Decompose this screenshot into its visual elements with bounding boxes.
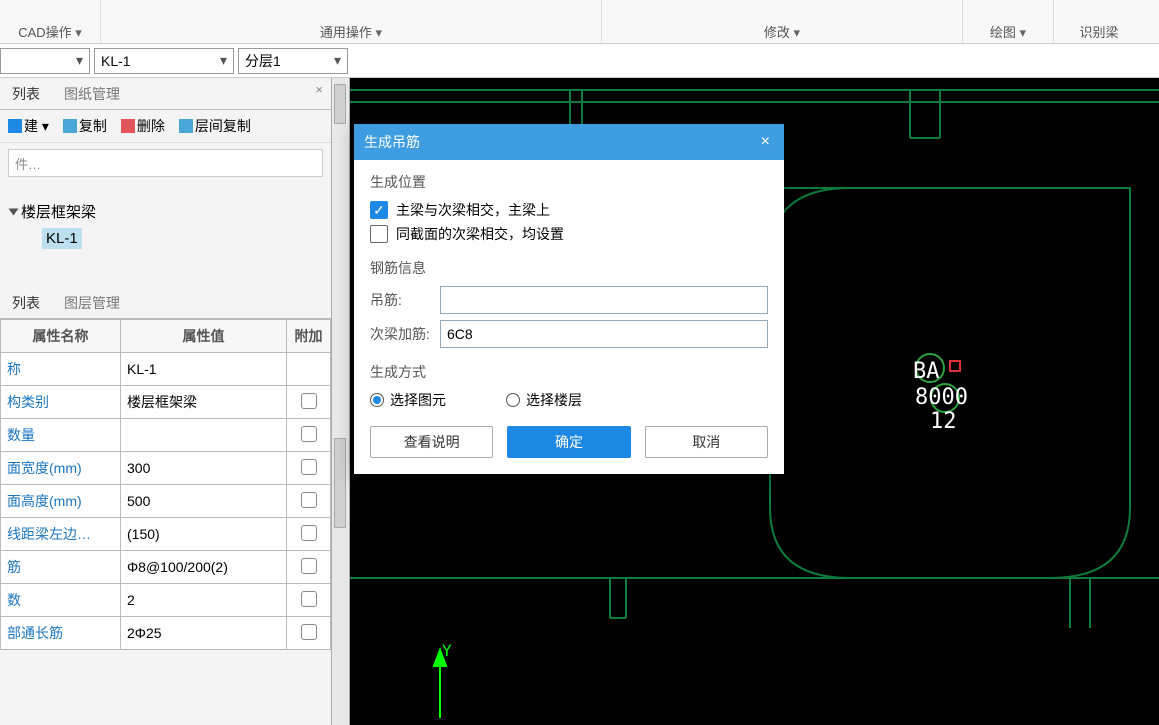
canvas-text-ba: BA [913,359,940,384]
table-row[interactable]: 数量 [1,419,331,452]
prop-name: 数 [1,584,121,617]
list-toolbar: 建 ▾ 复制 删除 层间复制 [0,110,331,143]
radio-off-icon [506,393,520,407]
prop-name: 称 [1,353,121,386]
checkbox-main-sub-beam[interactable]: ✓ 主梁与次梁相交，主梁上 [370,200,768,220]
prop-value[interactable]: 楼层框架梁 [121,386,287,419]
table-row[interactable]: 面宽度(mm)300 [1,452,331,485]
copy-button[interactable]: 复制 [63,116,107,136]
prop-name: 部通长筋 [1,617,121,650]
panel-close-icon[interactable]: × [307,78,331,109]
radio-select-floor[interactable]: 选择楼层 [506,390,582,410]
delete-button[interactable]: 删除 [121,116,165,136]
help-button[interactable]: 查看说明 [370,426,493,458]
section-mode-title: 生成方式 [370,362,768,382]
prop-extra-checkbox[interactable] [287,485,331,518]
prop-name: 线距梁左边… [1,518,121,551]
label-diao-jin: 吊筋: [370,290,440,310]
cancel-button[interactable]: 取消 [645,426,768,458]
prop-name: 构类别 [1,386,121,419]
canvas-text-12: 12 [930,409,957,434]
caret-down-icon: ▾ [210,52,227,69]
list-panel-tabs: 列表 图纸管理 × [0,78,331,110]
tree-node-kl1[interactable]: KL-1 [42,228,82,249]
tree-area: 楼层框架梁 KL-1 [0,183,331,259]
prop-name: 面高度(mm) [1,485,121,518]
prop-value[interactable]: 300 [121,452,287,485]
ribbon-group-cad[interactable]: CAD操作 [0,0,100,43]
dropdown-1[interactable]: ▾ [0,48,90,74]
ribbon-group-recognize[interactable]: 识别梁 [1054,0,1144,43]
prop-value[interactable]: (150) [121,518,287,551]
section-rebar-title: 钢筋信息 [370,258,768,278]
section-position-title: 生成位置 [370,172,768,192]
dialog-titlebar[interactable]: 生成吊筋 × [354,124,784,160]
ribbon-group-draw[interactable]: 绘图 [963,0,1053,43]
axis-y-label: Y [442,641,452,660]
layer-copy-button[interactable]: 层间复制 [179,116,251,136]
prop-extra-checkbox[interactable] [287,551,331,584]
input-ci-liang[interactable] [440,320,768,348]
dropdown-bar: ▾ KL-1▾ 分层1▾ [0,44,1159,78]
tab-list[interactable]: 列表 [0,78,52,109]
dialog-title-text: 生成吊筋 [364,132,420,152]
close-icon[interactable]: × [757,133,774,151]
prop-value[interactable]: 2Φ25 [121,617,287,650]
caret-down-icon: ▾ [66,52,83,69]
prop-name: 数量 [1,419,121,452]
col-name: 属性名称 [1,320,121,353]
prop-extra-checkbox[interactable] [287,617,331,650]
prop-extra-checkbox[interactable] [287,386,331,419]
label-ci-liang: 次梁加筋: [370,324,440,344]
checkbox-unchecked-icon [370,225,388,243]
prop-extra-checkbox[interactable] [287,518,331,551]
tree-root[interactable]: 楼层框架梁 [10,201,323,222]
checkbox-same-section[interactable]: 同截面的次梁相交，均设置 [370,224,768,244]
triangle-down-icon [9,208,19,215]
prop-extra-checkbox[interactable] [287,353,331,386]
new-button[interactable]: 建 ▾ [8,116,49,136]
prop-value[interactable]: Φ8@100/200(2) [121,551,287,584]
table-row[interactable]: 面高度(mm)500 [1,485,331,518]
search-input[interactable]: 件… [8,149,323,177]
dropdown-2[interactable]: KL-1▾ [94,48,234,74]
table-row[interactable]: 线距梁左边…(150) [1,518,331,551]
canvas-text-8000: 8000 [915,385,968,410]
prop-extra-checkbox[interactable] [287,584,331,617]
vertical-scrollbar[interactable] [332,78,350,725]
prop-value[interactable]: 500 [121,485,287,518]
prop-name: 面宽度(mm) [1,452,121,485]
radio-select-element[interactable]: 选择图元 [370,390,446,410]
caret-down-icon: ▾ [324,52,341,69]
table-row[interactable]: 筋Φ8@100/200(2) [1,551,331,584]
table-row[interactable]: 数2 [1,584,331,617]
generate-stirrup-dialog: 生成吊筋 × 生成位置 ✓ 主梁与次梁相交，主梁上 同截面的次梁相交，均设置 钢… [354,124,784,474]
ribbon-group-general[interactable]: 通用操作 [101,0,601,43]
left-sidebar: 列表 图纸管理 × 建 ▾ 复制 删除 层间复制 件… 楼层框架梁 [0,78,332,725]
property-table: 属性名称 属性值 附加 称KL-1构类别楼层框架梁数量面宽度(mm)300面高度… [0,319,331,650]
ribbon: CAD操作 通用操作 修改 绘图 识别梁 [0,0,1159,44]
tab-layer-mgmt[interactable]: 图层管理 [52,287,132,318]
table-row[interactable]: 称KL-1 [1,353,331,386]
tab-drawing-mgmt[interactable]: 图纸管理 [52,78,132,109]
prop-value[interactable]: KL-1 [121,353,287,386]
dropdown-3[interactable]: 分层1▾ [238,48,348,74]
checkbox-checked-icon: ✓ [370,201,388,219]
input-diao-jin[interactable] [440,286,768,314]
prop-value[interactable]: 2 [121,584,287,617]
prop-value[interactable] [121,419,287,452]
table-row[interactable]: 部通长筋2Φ25 [1,617,331,650]
col-extra: 附加 [287,320,331,353]
tab-prop-list[interactable]: 列表 [0,287,52,318]
col-value: 属性值 [121,320,287,353]
prop-name: 筋 [1,551,121,584]
radio-on-icon [370,393,384,407]
ok-button[interactable]: 确定 [507,426,630,458]
ribbon-group-modify[interactable]: 修改 [602,0,962,43]
table-row[interactable]: 构类别楼层框架梁 [1,386,331,419]
prop-extra-checkbox[interactable] [287,419,331,452]
prop-extra-checkbox[interactable] [287,452,331,485]
prop-panel-tabs: 列表 图层管理 [0,287,331,319]
